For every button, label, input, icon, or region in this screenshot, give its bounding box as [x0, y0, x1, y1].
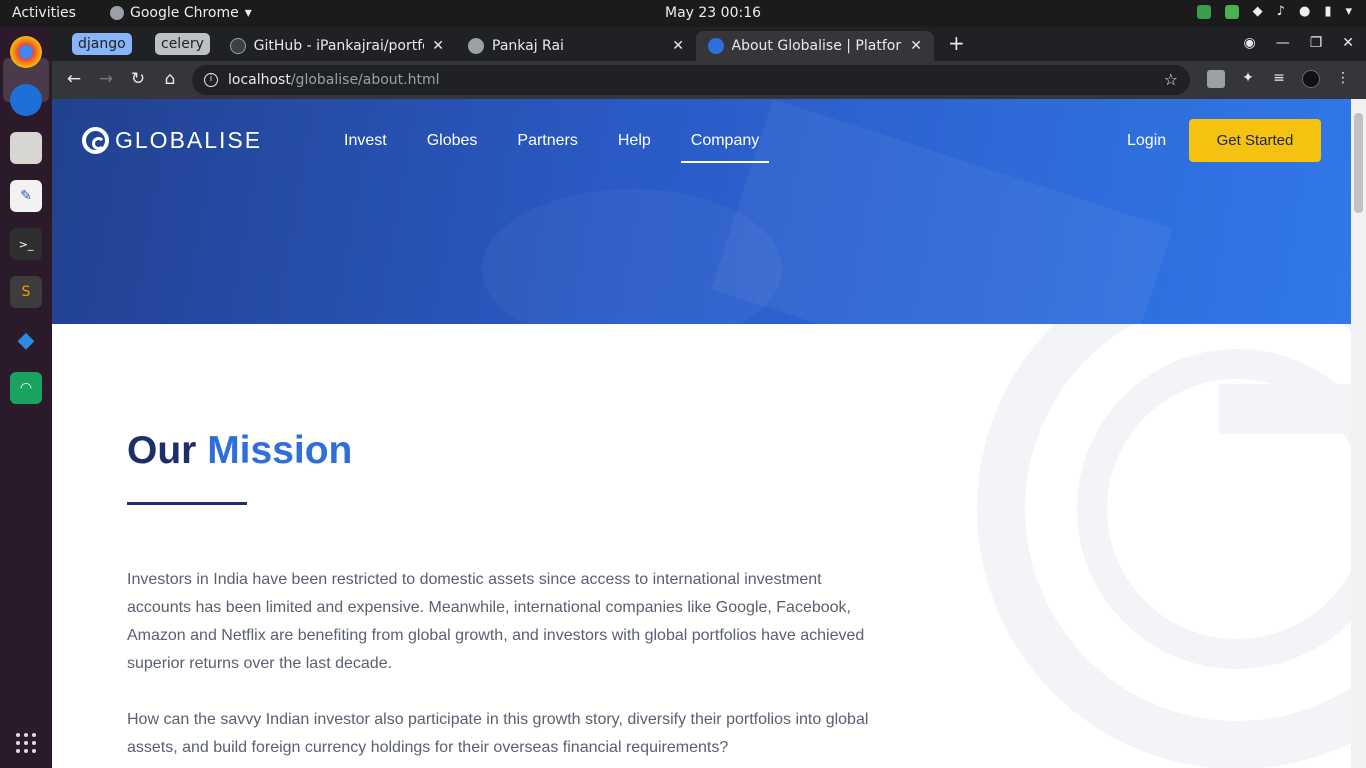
puzzle-icon[interactable]: ✦ [1239, 70, 1257, 88]
power-menu-icon[interactable]: ▾ [1345, 4, 1352, 19]
nav-company[interactable]: Company [680, 132, 770, 163]
wifi-icon[interactable]: ◆ [1253, 4, 1263, 19]
forward-icon[interactable]: → [95, 69, 117, 89]
globe-icon [468, 38, 484, 54]
app-menu-label: Google Chrome [130, 5, 239, 21]
tab-title: Pankaj Rai [492, 38, 564, 54]
thunderbird-launcher-icon[interactable] [10, 84, 42, 116]
site-logo[interactable]: GLOBALISE [82, 127, 262, 154]
tab-group-celery[interactable]: celery [155, 33, 210, 55]
terminal-launcher-icon[interactable]: >_ [10, 228, 42, 260]
vscode-launcher-icon[interactable]: ◆ [10, 324, 42, 356]
reload-icon[interactable]: ↻ [127, 69, 149, 89]
activities-button[interactable]: Activities [12, 5, 76, 21]
mission-underline [127, 502, 247, 505]
site-info-icon[interactable]: i [204, 73, 218, 87]
volume-icon[interactable]: ♪ [1277, 4, 1285, 19]
url-path: /globalise/about.html [290, 72, 440, 88]
minimize-icon[interactable]: — [1276, 35, 1290, 51]
browser-toolbar: ← → ↻ ⌂ i localhost/globalise/about.html… [52, 61, 1366, 99]
extension-icon[interactable] [1207, 70, 1225, 88]
tab-github[interactable]: GitHub - iPankajrai/portfo ✕ [218, 31, 456, 61]
update-icon[interactable] [1224, 4, 1239, 19]
battery-icon[interactable]: ▮ [1324, 4, 1331, 19]
caret-down-icon: ▾ [244, 5, 252, 21]
mission-heading-part-1: Our [127, 429, 197, 472]
tab-title: GitHub - iPankajrai/portfo [253, 38, 425, 54]
chrome-icon [110, 6, 124, 20]
get-started-button[interactable]: Get Started [1189, 119, 1321, 162]
home-icon[interactable]: ⌂ [159, 69, 181, 89]
tab-strip: django celery GitHub - iPankajrai/portfo… [52, 27, 1366, 61]
profile-avatar[interactable] [1302, 70, 1320, 88]
logo-wordmark: GLOBALISE [115, 127, 263, 153]
close-icon[interactable]: ✕ [432, 38, 444, 54]
back-icon[interactable]: ← [63, 69, 85, 89]
hero-banner: GLOBALISE Invest Globes Partners Help Co… [52, 99, 1351, 324]
new-tab-button[interactable]: + [948, 31, 965, 55]
tab-title: About Globalise | Platform [731, 38, 903, 54]
mission-heading: Our Mission [127, 429, 352, 473]
text-editor-launcher-icon[interactable]: ✎ [10, 180, 42, 212]
system-top-bar: Activities Google Chrome ▾ May 23 00:16 … [0, 0, 1366, 27]
tab-about-globalise[interactable]: About Globalise | Platform ✕ [696, 31, 934, 61]
nav-globes[interactable]: Globes [427, 132, 478, 163]
background-logo-watermark-bar [1219, 384, 1351, 434]
sublime-launcher-icon[interactable]: S [10, 276, 42, 308]
bookmark-star-icon[interactable]: ☆ [1164, 70, 1178, 89]
tab-group-django[interactable]: django [72, 33, 132, 55]
chrome-launcher-icon[interactable] [10, 36, 42, 68]
clock[interactable]: May 23 00:16 [665, 5, 761, 21]
mission-paragraph-2: How can the savvy Indian investor also p… [127, 711, 869, 756]
window-controls: ◉ — ❐ ✕ [1243, 35, 1354, 51]
microphone-icon[interactable]: ● [1299, 4, 1310, 19]
dock: ✎ >_ S ◆ ◠ [0, 27, 52, 768]
page-viewport: GLOBALISE Invest Globes Partners Help Co… [52, 99, 1351, 768]
globalise-favicon-icon [708, 38, 724, 54]
menu-kebab-icon[interactable]: ⋮ [1334, 70, 1352, 88]
maximize-icon[interactable]: ❐ [1310, 35, 1323, 51]
nav-partners[interactable]: Partners [517, 132, 577, 163]
mission-paragraph-1: Investors in India have been restricted … [127, 571, 865, 672]
scrollbar-thumb[interactable] [1354, 113, 1363, 213]
login-link[interactable]: Login [1127, 132, 1166, 150]
url-host: localhost [228, 72, 291, 88]
tab-search-icon[interactable]: ◉ [1243, 35, 1255, 51]
media-control-icon[interactable]: ≡ [1270, 70, 1288, 88]
files-launcher-icon[interactable] [10, 132, 42, 164]
close-window-icon[interactable]: ✕ [1342, 35, 1354, 51]
app-menu[interactable]: Google Chrome ▾ [110, 5, 252, 21]
close-icon[interactable]: ✕ [910, 38, 922, 54]
database-launcher-icon[interactable]: ◠ [10, 372, 42, 404]
address-bar[interactable]: i localhost/globalise/about.html ☆ [192, 65, 1190, 95]
system-tray[interactable]: ◆ ♪ ● ▮ ▾ [1196, 4, 1352, 19]
mission-heading-part-2: Mission [207, 429, 353, 472]
page-scrollbar[interactable] [1351, 99, 1366, 768]
github-icon [230, 38, 246, 54]
shield-icon[interactable] [1196, 4, 1211, 19]
show-apps-icon[interactable] [16, 733, 36, 753]
nav-invest[interactable]: Invest [344, 132, 387, 163]
close-icon[interactable]: ✕ [672, 38, 684, 54]
nav-help[interactable]: Help [618, 132, 651, 163]
tab-pankaj-rai[interactable]: Pankaj Rai ✕ [456, 31, 696, 61]
globalise-logo-icon [82, 127, 109, 154]
main-nav: Invest Globes Partners Help Company [344, 132, 809, 163]
